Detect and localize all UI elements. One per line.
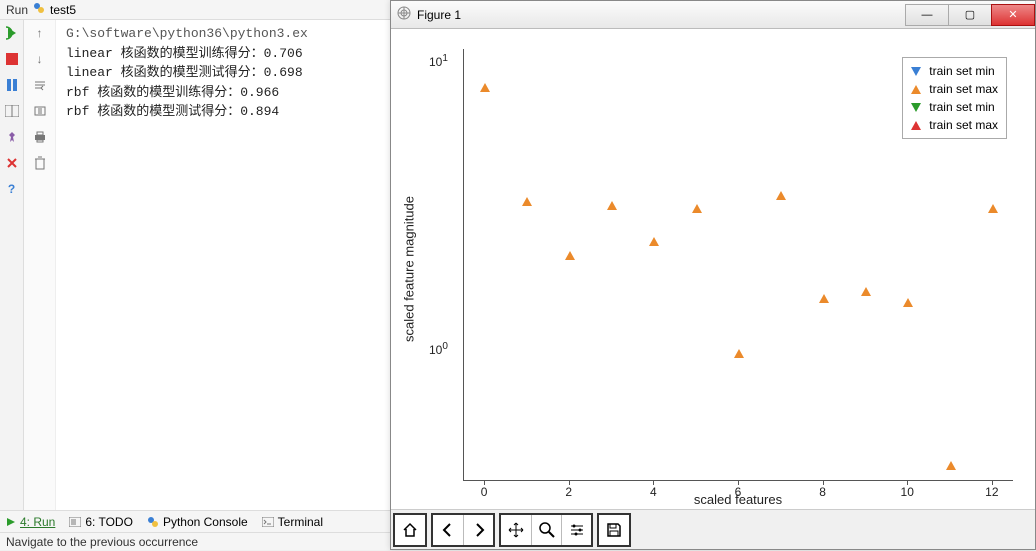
forward-icon[interactable] — [463, 515, 493, 545]
pin-button[interactable] — [3, 128, 21, 146]
tab-todo[interactable]: 6: TODO — [69, 515, 133, 529]
trash-button[interactable] — [30, 154, 50, 172]
maximize-button[interactable]: ▢ — [948, 4, 992, 26]
run-label: Run — [6, 3, 28, 17]
window-close-button[interactable]: ✕ — [991, 4, 1035, 26]
data-marker — [692, 204, 702, 213]
tab-run[interactable]: 4: Run — [6, 515, 55, 529]
configure-icon[interactable] — [561, 515, 591, 545]
legend-item: train set max — [911, 80, 998, 98]
save-icon[interactable] — [599, 515, 629, 545]
y-tick-10: 101 — [429, 53, 448, 69]
triangle-down-icon — [911, 67, 921, 76]
data-marker — [946, 461, 956, 470]
pause-button[interactable] — [3, 76, 21, 94]
triangle-up-icon — [911, 121, 921, 130]
data-marker — [565, 251, 575, 260]
run-config-name: test5 — [50, 3, 76, 17]
zoom-icon[interactable] — [531, 515, 561, 545]
legend-item: train set max — [911, 116, 998, 134]
console-line: linear 核函数的模型训练得分：0.706 — [66, 46, 303, 61]
console-line: rbf 核函数的模型测试得分：0.894 — [66, 104, 279, 119]
figure-titlebar[interactable]: Figure 1 — ▢ ✕ — [391, 1, 1035, 29]
pan-icon[interactable] — [501, 515, 531, 545]
data-marker — [776, 191, 786, 200]
y-axis-label: scaled feature magnitude — [402, 196, 417, 342]
python-file-icon — [32, 1, 46, 18]
down-arrow-button[interactable]: ↓ — [30, 50, 50, 68]
layout-button[interactable] — [3, 102, 21, 120]
print-button[interactable] — [30, 128, 50, 146]
data-marker — [861, 287, 871, 296]
up-arrow-button[interactable]: ↑ — [30, 24, 50, 42]
data-marker — [734, 349, 744, 358]
data-marker — [819, 294, 829, 303]
legend: train set min train set max train set mi… — [902, 57, 1007, 139]
data-marker — [607, 201, 617, 210]
data-marker — [649, 237, 659, 246]
home-icon[interactable] — [395, 515, 425, 545]
data-marker — [522, 197, 532, 206]
triangle-down-icon — [911, 103, 921, 112]
console-line: linear 核函数的模型测试得分：0.698 — [66, 65, 303, 80]
triangle-up-icon — [911, 85, 921, 94]
legend-item: train set min — [911, 98, 998, 116]
stop-button[interactable] — [3, 50, 21, 68]
console-path: G:\software\python36\python3.ex — [66, 26, 308, 41]
data-marker — [903, 298, 913, 307]
plot-area: train set min train set max train set mi… — [463, 49, 1013, 481]
legend-item: train set min — [911, 62, 998, 80]
y-tick-1: 100 — [429, 341, 448, 357]
minimize-button[interactable]: — — [905, 4, 949, 26]
help-button[interactable]: ? — [3, 180, 21, 198]
console-line: rbf 核函数的模型训练得分：0.966 — [66, 85, 279, 100]
tab-python-console[interactable]: Python Console — [147, 515, 248, 529]
run-mid-toolbar: ↑ ↓ — [24, 20, 56, 510]
x-axis-label: scaled features — [463, 492, 1013, 507]
close-button[interactable] — [3, 154, 21, 172]
data-marker — [988, 204, 998, 213]
scroll-button[interactable] — [30, 102, 50, 120]
run-left-toolbar: ? — [0, 20, 24, 510]
tab-terminal[interactable]: Terminal — [262, 515, 323, 529]
rerun-button[interactable] — [3, 24, 21, 42]
data-marker — [480, 83, 490, 92]
wrap-button[interactable] — [30, 76, 50, 94]
figure-canvas[interactable]: scaled feature magnitude 100 101 train s… — [391, 29, 1035, 509]
back-icon[interactable] — [433, 515, 463, 545]
figure-window: Figure 1 — ▢ ✕ scaled feature magnitude … — [390, 0, 1036, 550]
figure-title: Figure 1 — [417, 8, 461, 22]
matplotlib-icon — [397, 6, 411, 23]
figure-toolbar — [391, 509, 1035, 549]
status-text: Navigate to the previous occurrence — [6, 535, 198, 549]
